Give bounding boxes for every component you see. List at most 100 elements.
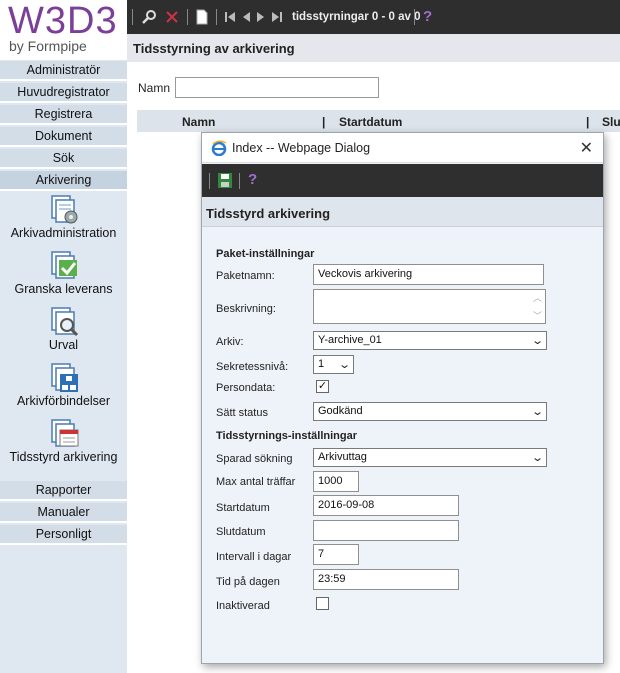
nav-arkivering[interactable]: Arkivering	[0, 171, 127, 191]
sidebar-item-label: Urval	[48, 338, 79, 352]
intervall-label: Intervall i dagar	[216, 551, 292, 563]
save-icon[interactable]	[218, 173, 232, 188]
page-title: Tidsstyrning av arkivering	[133, 41, 295, 56]
persondata-label: Persondata:	[216, 382, 276, 394]
sidebar-item-urval[interactable]: Urval	[0, 306, 127, 352]
help-icon[interactable]: ?	[248, 171, 257, 188]
arkiv-label: Arkiv:	[216, 336, 244, 348]
toolbar-separator	[187, 9, 188, 25]
dialog-heading: Tidsstyrd arkivering	[206, 206, 331, 221]
chevron-down-icon: ⌄	[337, 359, 351, 371]
paketnamn-label: Paketnamn:	[216, 270, 275, 282]
slutdatum-input[interactable]	[313, 520, 459, 541]
dialog-toolbar: ?	[202, 164, 603, 197]
sidebar-item-label: Granska leverans	[14, 282, 113, 296]
sidebar-item-arkivforbindelser[interactable]: Arkivförbindelser	[0, 362, 127, 408]
sparad-sokning-select[interactable]: Arkivuttag ⌄	[313, 448, 547, 467]
dialog-header: Tidsstyrd arkivering	[202, 197, 603, 227]
max-traffar-input[interactable]: 1000	[313, 471, 359, 492]
persondata-checkbox[interactable]: ✓	[316, 380, 329, 393]
help-icon[interactable]: ?	[423, 9, 432, 25]
toolbar-separator	[414, 9, 415, 25]
next-page-icon[interactable]	[256, 9, 266, 25]
sekretess-label: Sekretessnivå:	[216, 361, 289, 373]
toolbar-separator	[239, 173, 240, 189]
close-icon[interactable]: ✕	[580, 138, 593, 158]
first-page-icon[interactable]	[224, 9, 236, 25]
sekretess-select[interactable]: 1 ⌄	[313, 355, 354, 374]
inaktiverad-checkbox[interactable]	[316, 597, 329, 610]
max-traffar-label: Max antal träffar	[216, 476, 296, 488]
column-header-slut[interactable]: Slut	[602, 115, 620, 129]
inaktiverad-label: Inaktiverad	[216, 600, 270, 612]
archive-links-icon	[50, 363, 78, 392]
search-icon[interactable]	[141, 9, 157, 25]
calendar-document-icon	[50, 419, 78, 447]
beskrivning-label: Beskrivning:	[216, 303, 276, 315]
previous-page-icon[interactable]	[241, 9, 251, 25]
search-document-icon	[50, 307, 78, 337]
chevron-down-icon: ⌄	[530, 452, 544, 464]
section-paket: Paket-inställningar	[216, 248, 315, 260]
nav-registrera[interactable]: Registrera	[0, 105, 127, 125]
tid-label: Tid på dagen	[216, 576, 280, 588]
sparad-sokning-value: Arkivuttag	[318, 451, 367, 463]
new-document-icon[interactable]	[195, 9, 209, 25]
main-toolbar: tidsstyrningar 0 - 0 av 0 ?	[127, 0, 620, 34]
sidebar-item-label: Arkivadministration	[10, 226, 117, 240]
logo: W3D3 by Formpipe	[0, 0, 127, 60]
archive-admin-icon	[50, 195, 77, 224]
column-divider: |	[322, 115, 326, 129]
sidebar-item-tidsstyrd-arkivering[interactable]: Tidsstyrd arkivering	[0, 418, 127, 464]
namn-input[interactable]	[175, 77, 379, 98]
toolbar-separator	[216, 9, 217, 25]
column-header-namn[interactable]: Namn	[182, 115, 215, 129]
sidebar-item-label: Tidsstyrd arkivering	[9, 450, 118, 464]
intervall-input[interactable]: 7	[313, 544, 359, 565]
nav-huvudregistrator[interactable]: Huvudregistrator	[0, 83, 127, 103]
logo-text: W3D3	[8, 0, 118, 42]
toolbar-separator	[132, 9, 133, 25]
status-value: Godkänd	[318, 405, 363, 417]
nav-sok[interactable]: Sök	[0, 149, 127, 169]
startdatum-label: Startdatum	[216, 502, 270, 514]
column-header-startdatum[interactable]: Startdatum	[339, 115, 402, 129]
dialog-title: Index -- Webpage Dialog	[232, 141, 371, 155]
nav-manualer[interactable]: Manualer	[0, 503, 127, 523]
scroll-up-icon[interactable]: ︿	[533, 291, 542, 304]
last-page-icon[interactable]	[271, 9, 283, 25]
beskrivning-textarea[interactable]: ︿ ﹀	[313, 289, 546, 324]
arkiv-select[interactable]: Y-archive_01 ⌄	[313, 331, 547, 350]
pager-text: tidsstyrningar 0 - 0 av 0	[292, 11, 421, 23]
grid-header: Namn | Startdatum | Slut	[137, 110, 620, 132]
sidebar-item-label: Arkivförbindelser	[16, 394, 111, 408]
chevron-down-icon: ⌄	[530, 406, 544, 418]
sidebar-item-arkivadministration[interactable]: Arkivadministration	[0, 194, 127, 240]
nav-administrator[interactable]: Administratör	[0, 61, 127, 81]
sidebar: W3D3 by Formpipe Administratör Huvudregi…	[0, 0, 127, 673]
paketnamn-input[interactable]: Veckovis arkivering	[313, 264, 544, 285]
sekretess-value: 1	[318, 358, 325, 370]
delete-icon[interactable]	[164, 9, 180, 25]
scroll-down-icon[interactable]: ﹀	[533, 309, 542, 322]
tid-input[interactable]: 23:59	[313, 569, 459, 590]
arkiv-value: Y-archive_01	[318, 334, 382, 346]
sparad-sokning-label: Sparad sökning	[216, 453, 293, 465]
status-select[interactable]: Godkänd ⌄	[313, 402, 547, 421]
browser-icon	[211, 140, 227, 156]
dialog-titlebar[interactable]: Index -- Webpage Dialog ✕	[202, 133, 603, 163]
tidsstyrd-dialog: Index -- Webpage Dialog ✕ ? Tidsstyrd ar…	[201, 132, 604, 664]
logo-byline: by Formpipe	[9, 38, 87, 54]
startdatum-input[interactable]: 2016-09-08	[313, 495, 459, 516]
column-divider: |	[586, 115, 590, 129]
sidebar-item-granska-leverans[interactable]: Granska leverans	[0, 250, 127, 296]
check-document-icon	[50, 251, 77, 279]
nav-rapporter[interactable]: Rapporter	[0, 481, 127, 501]
slutdatum-label: Slutdatum	[216, 526, 266, 538]
page-header: Tidsstyrning av arkivering	[127, 34, 620, 62]
toolbar-separator	[209, 173, 210, 189]
nav-personligt[interactable]: Personligt	[0, 525, 127, 545]
chevron-down-icon: ⌄	[530, 335, 544, 347]
nav-dokument[interactable]: Dokument	[0, 127, 127, 147]
status-label: Sätt status	[216, 407, 268, 419]
